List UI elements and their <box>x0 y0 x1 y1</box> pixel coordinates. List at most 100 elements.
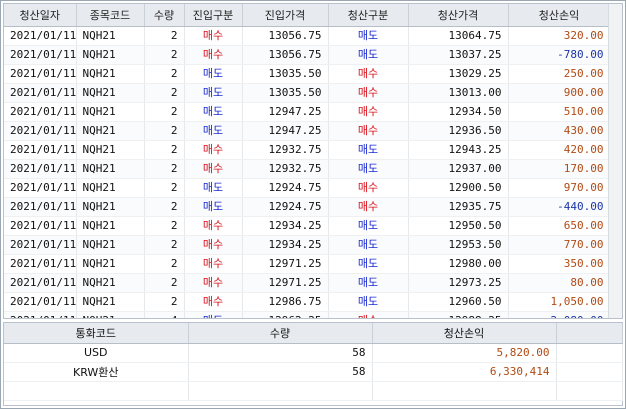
col-header-entry-side[interactable]: 진입구분 <box>184 4 243 27</box>
cell-entry-side: 매수 <box>184 26 243 46</box>
table-row[interactable]: 2021/01/11NQH214매도12962.25매수12988.25-2,0… <box>4 311 611 318</box>
cell-entry-side: 매수 <box>184 273 243 293</box>
table-row[interactable]: 2021/01/11 NQH21 2 매도 13035.50 매수 13013.00 900.… <box>4 83 611 103</box>
summary-currency: USD <box>4 343 189 363</box>
cell-entry-price: 12947.25 <box>242 102 329 122</box>
summary-row[interactable]: KRW환산 58 6,330,414 <box>4 362 623 382</box>
cell-entry-price: 12932.75 <box>242 140 329 160</box>
col-header-entry-price[interactable]: 진입가격 <box>242 4 329 27</box>
col-header-qty[interactable]: 수량 <box>144 4 185 27</box>
cell-qty: 2 <box>144 159 185 179</box>
cell-symbol: NQH21 <box>76 273 145 293</box>
summary-col-qty: 수량 <box>188 323 373 344</box>
table-row[interactable]: 2021/01/11 NQH21 2 매수 12932.75 매도 12937.00 170.… <box>4 159 611 179</box>
summary-pnl: 5,820.00 <box>372 343 557 363</box>
cell-entry-side: 매도 <box>184 197 243 217</box>
cell-exit-side: 매도 <box>328 45 409 65</box>
cell-close-date: 2021/01/11 <box>4 121 77 141</box>
cell-exit-side: 매수 <box>328 197 409 217</box>
cell-entry-price: 12947.25 <box>242 121 329 141</box>
cell-exit-price: 13013.00 <box>408 83 509 103</box>
cell-exit-price: 12960.50 <box>408 292 509 312</box>
cell-close-date: 2021/01/11 <box>4 178 77 198</box>
cell-entry-price: 12934.25 <box>242 216 329 236</box>
cell-pnl: 970.00 <box>508 178 611 198</box>
cell-qty: 4 <box>144 311 185 318</box>
cell-pnl: 170.00 <box>508 159 611 179</box>
cell-close-date: 2021/01/11 <box>4 216 77 236</box>
table-row[interactable]: 2021/01/11 NQH21 2 매수 12971.25 매도 12973.25 80.0… <box>4 273 611 293</box>
table-row[interactable]: 2021/01/11 NQH21 2 매수 12932.75 매도 12943.25 420.… <box>4 140 611 160</box>
table-row[interactable]: 2021/01/11 NQH21 2 매수 12971.25 매도 12980.00 350.… <box>4 254 611 274</box>
cell-close-date: 2021/01/11 <box>4 140 77 160</box>
cell-symbol: NQH21 <box>76 178 145 198</box>
table-row[interactable]: 2021/01/11 NQH21 2 매수 13056.75 매도 13037.25 -780… <box>4 45 611 65</box>
cell-symbol: NQH21 <box>76 83 145 103</box>
summary-grid: 통화코드 수량 청산손익 USD 58 5,820.00 KRW환산 58 6,… <box>3 322 623 406</box>
cell-pnl: 770.00 <box>508 235 611 255</box>
table-row[interactable]: 2021/01/11 NQH21 2 매수 12934.25 매도 12953.50 770.… <box>4 235 611 255</box>
cell-entry-price: 12971.25 <box>242 254 329 274</box>
trade-grid[interactable]: 청산일자 종목코드 수량 진입구분 진입가격 청산구분 청산가격 청산손익 20… <box>3 3 623 319</box>
cell-symbol: NQH21 <box>76 121 145 141</box>
cell-exit-side: 매수 <box>328 311 409 318</box>
empty-cell <box>372 381 557 401</box>
cell-exit-price: 12953.50 <box>408 235 509 255</box>
col-header-symbol[interactable]: 종목코드 <box>76 4 145 27</box>
cell-qty: 2 <box>144 292 185 312</box>
cell-close-date: 2021/01/11 <box>4 102 77 122</box>
summary-blank-cell <box>556 362 623 382</box>
cell-pnl: 80.00 <box>508 273 611 293</box>
table-row[interactable]: 2021/01/11 NQH21 2 매도 12947.25 매수 12936.50 430.… <box>4 121 611 141</box>
col-header-pnl[interactable]: 청산손익 <box>508 4 611 27</box>
table-row[interactable]: 2021/01/11 NQH21 2 매수 13056.75 매도 13064.75 320.… <box>4 26 611 46</box>
table-row[interactable]: 2021/01/11 NQH21 2 매수 12986.75 매도 12960.50 1,05… <box>4 292 611 312</box>
summary-qty: 58 <box>188 343 373 363</box>
summary-empty-row <box>4 381 623 401</box>
empty-cell <box>4 381 189 401</box>
cell-close-date: 2021/01/11 <box>4 64 77 84</box>
cell-exit-price: 12988.25 <box>408 311 509 318</box>
cell-exit-price: 12943.25 <box>408 140 509 160</box>
cell-entry-side: 매도 <box>184 64 243 84</box>
summary-header-row: 통화코드 수량 청산손익 <box>4 323 623 344</box>
cell-qty: 2 <box>144 45 185 65</box>
cell-pnl: 650.00 <box>508 216 611 236</box>
table-row[interactable]: 2021/01/11 NQH21 2 매도 12924.75 매수 12935.75 -440… <box>4 197 611 217</box>
cell-close-date: 2021/01/11 <box>4 273 77 293</box>
cell-pnl: 250.00 <box>508 64 611 84</box>
table-row[interactable]: 2021/01/11 NQH21 2 매도 12924.75 매수 12900.50 970.… <box>4 178 611 198</box>
cell-entry-side: 매도 <box>184 121 243 141</box>
cell-exit-side: 매도 <box>328 254 409 274</box>
col-header-exit-price[interactable]: 청산가격 <box>408 4 509 27</box>
cell-pnl: -440.00 <box>508 197 611 217</box>
col-header-exit-side[interactable]: 청산구분 <box>328 4 409 27</box>
cell-entry-price: 12962.25 <box>242 311 329 318</box>
cell-entry-price: 13035.50 <box>242 83 329 103</box>
cell-entry-price: 12971.25 <box>242 273 329 293</box>
trade-history-window: 청산일자 종목코드 수량 진입구분 진입가격 청산구분 청산가격 청산손익 20… <box>0 0 626 409</box>
cell-symbol: NQH21 <box>76 102 145 122</box>
table-row[interactable]: 2021/01/11 NQH21 2 매도 13035.50 매수 13029.25 250.… <box>4 64 611 84</box>
cell-qty: 2 <box>144 64 185 84</box>
cell-symbol: NQH21 <box>76 45 145 65</box>
cell-entry-side: 매수 <box>184 235 243 255</box>
cell-close-date: 2021/01/11 <box>4 292 77 312</box>
cell-close-date: 2021/01/11 <box>4 311 77 318</box>
cell-exit-price: 12980.00 <box>408 254 509 274</box>
empty-cell <box>556 381 623 401</box>
table-row[interactable]: 2021/01/11 NQH21 2 매도 12947.25 매수 12934.50 510.… <box>4 102 611 122</box>
cell-exit-side: 매도 <box>328 159 409 179</box>
cell-exit-side: 매도 <box>328 216 409 236</box>
col-header-close-date[interactable]: 청산일자 <box>4 4 77 27</box>
cell-symbol: NQH21 <box>76 292 145 312</box>
summary-row[interactable]: USD 58 5,820.00 <box>4 343 623 363</box>
cell-symbol: NQH21 <box>76 254 145 274</box>
vertical-scrollbar-track[interactable] <box>608 4 622 318</box>
table-row[interactable]: 2021/01/11 NQH21 2 매수 12934.25 매도 12950.50 650.… <box>4 216 611 236</box>
trade-table: 청산일자 종목코드 수량 진입구분 진입가격 청산구분 청산가격 청산손익 20… <box>4 4 611 318</box>
cell-exit-price: 12935.75 <box>408 197 509 217</box>
cell-exit-price: 12950.50 <box>408 216 509 236</box>
cell-exit-side: 매도 <box>328 235 409 255</box>
cell-entry-price: 13035.50 <box>242 64 329 84</box>
